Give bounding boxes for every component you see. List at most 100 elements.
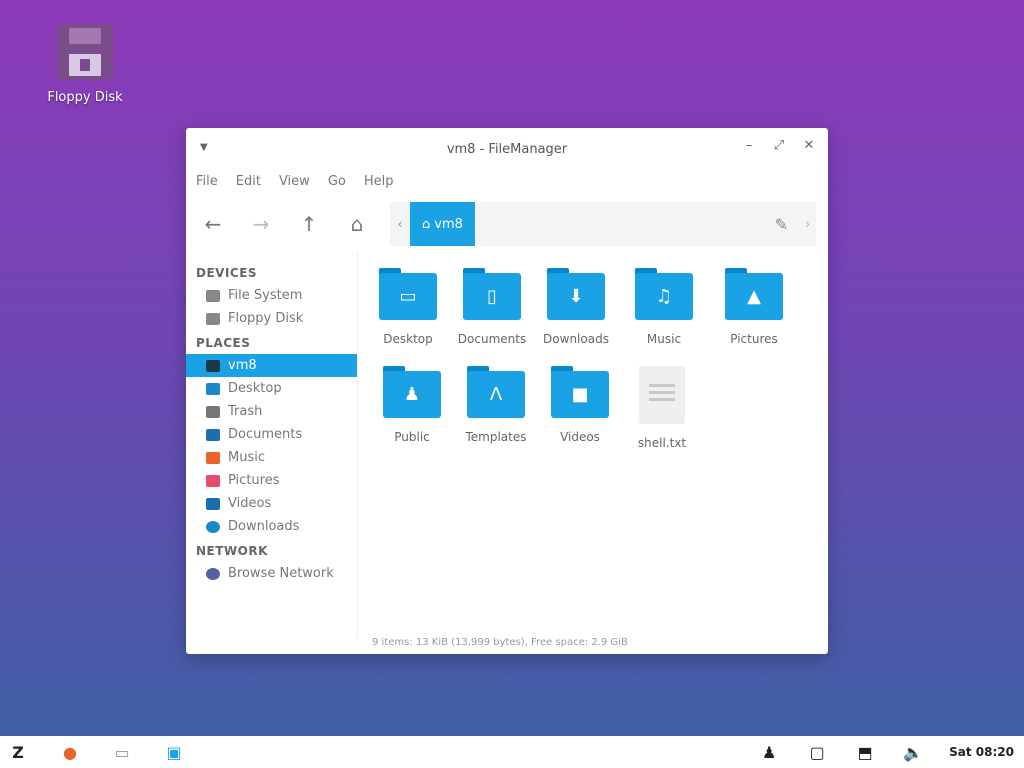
file-tile[interactable]: ⬇ Downloads: [534, 268, 618, 346]
sidebar-item-videos[interactable]: Videos: [186, 492, 357, 515]
public-folder-icon: ♟: [383, 366, 441, 418]
forward-icon[interactable]: →: [246, 209, 276, 239]
window-menu-icon[interactable]: ▼: [200, 142, 208, 153]
text-file-icon: [639, 366, 685, 424]
maximize-icon[interactable]: ⤢: [772, 138, 786, 153]
trash-icon: [206, 405, 220, 418]
desktop-icon-floppy[interactable]: Floppy Disk: [40, 24, 130, 105]
status-bar: 9 items: 13 KiB (13,999 bytes), Free spa…: [372, 637, 628, 648]
clock[interactable]: Sat 08:20: [949, 745, 1014, 759]
taskbar: Z ● ▭ ▣ ♟ ▢ ⬒ 🔈 Sat 08:20: [0, 736, 1024, 768]
menu-edit[interactable]: Edit: [236, 174, 261, 192]
downloads-folder-icon: ⬇: [547, 268, 605, 320]
sidebar-item-label: Documents: [228, 427, 303, 442]
file-tile[interactable]: shell.txt: [620, 366, 704, 450]
file-tile[interactable]: Ʌ Templates: [454, 366, 538, 444]
documents-folder-icon: ▯: [463, 268, 521, 320]
file-name: Music: [646, 332, 682, 346]
documents-folder-icon: [206, 428, 220, 441]
sidebar-item-vm8[interactable]: vm8: [186, 354, 357, 377]
music-folder-icon: ♫: [635, 268, 693, 320]
sidebar: DEVICES File System Floppy Disk PLACES v…: [186, 252, 358, 638]
sidebar-item-label: Pictures: [228, 473, 280, 488]
music-folder-icon: [206, 451, 220, 464]
sidebar-item-label: Trash: [228, 404, 263, 419]
desktop-folder-icon: [206, 382, 220, 395]
sidebar-header-places: PLACES: [196, 336, 251, 350]
sidebar-item-documents[interactable]: Documents: [186, 423, 357, 446]
sidebar-item-label: vm8: [228, 358, 257, 373]
sidebar-item-label: Desktop: [228, 381, 282, 396]
file-name: Templates: [465, 430, 527, 444]
home-crumb-icon: ⌂: [422, 216, 431, 232]
desktop-folder-icon: ▭: [379, 268, 437, 320]
menu-help[interactable]: Help: [364, 174, 394, 192]
edit-path-icon[interactable]: ✎: [775, 215, 788, 234]
file-tile[interactable]: ■ Videos: [538, 366, 622, 444]
file-manager-task-icon[interactable]: ▣: [162, 741, 186, 763]
menu-file[interactable]: File: [196, 174, 218, 192]
home-folder-icon: [206, 359, 220, 372]
sidebar-item-pictures[interactable]: Pictures: [186, 469, 357, 492]
file-view: ▭ Desktop ▯ Documents ⬇ Downloads ♫ Musi…: [358, 252, 828, 638]
updates-icon[interactable]: ⬒: [853, 741, 877, 763]
sidebar-item-file-system[interactable]: File System: [186, 284, 357, 307]
videos-folder-icon: [206, 497, 220, 510]
up-icon[interactable]: ↑: [294, 209, 324, 239]
pictures-folder-icon: [206, 474, 220, 487]
menubar: File Edit View Go Help: [186, 170, 828, 196]
sidebar-item-downloads[interactable]: Downloads: [186, 515, 357, 538]
downloads-folder-icon: [206, 520, 220, 533]
floppy-disk-icon: [57, 24, 113, 80]
drive-icon: [206, 289, 220, 302]
desktop-icon-label: Floppy Disk: [47, 90, 123, 105]
window-title: vm8 - FileManager: [446, 141, 568, 157]
firefox-icon[interactable]: ●: [58, 741, 82, 763]
menu-view[interactable]: View: [279, 174, 310, 192]
file-name: Public: [394, 430, 430, 444]
volume-icon[interactable]: 🔈: [901, 741, 925, 763]
file-tile[interactable]: ▭ Desktop: [366, 268, 450, 346]
sidebar-item-trash[interactable]: Trash: [186, 400, 357, 423]
sidebar-item-floppy-disk[interactable]: Floppy Disk: [186, 307, 357, 330]
app-menu-icon[interactable]: Z: [6, 741, 30, 763]
file-name: shell.txt: [637, 436, 687, 450]
sidebar-item-label: File System: [228, 288, 303, 303]
sidebar-item-label: Downloads: [228, 519, 300, 534]
sidebar-item-desktop[interactable]: Desktop: [186, 377, 357, 400]
network-icon: [206, 567, 220, 580]
minimize-icon[interactable]: –: [742, 138, 756, 153]
templates-folder-icon: Ʌ: [467, 366, 525, 418]
file-tile[interactable]: ▲ Pictures: [712, 268, 796, 346]
location-bar[interactable]: ‹ ⌂ vm8 ✎ ›: [390, 202, 816, 246]
file-tile[interactable]: ▯ Documents: [450, 268, 534, 346]
path-scroll-left-icon[interactable]: ‹: [390, 217, 410, 231]
videos-folder-icon: ■: [551, 366, 609, 418]
clipboard-icon[interactable]: ▢: [805, 741, 829, 763]
file-name: Documents: [457, 332, 527, 346]
path-scroll-right-icon[interactable]: ›: [805, 217, 810, 231]
sidebar-header-network: NETWORK: [196, 544, 268, 558]
file-manager-window: ▼ vm8 - FileManager – ⤢ ✕ File Edit View…: [186, 128, 828, 654]
sidebar-item-label: Music: [228, 450, 265, 465]
home-icon[interactable]: ⌂: [342, 209, 372, 239]
back-icon[interactable]: ←: [198, 209, 228, 239]
file-name: Videos: [560, 430, 600, 444]
file-name: Downloads: [543, 332, 609, 346]
close-icon[interactable]: ✕: [802, 138, 816, 153]
sidebar-item-music[interactable]: Music: [186, 446, 357, 469]
sidebar-item-browse-network[interactable]: Browse Network: [186, 562, 357, 585]
menu-go[interactable]: Go: [328, 174, 346, 192]
path-crumb[interactable]: ⌂ vm8: [410, 202, 475, 246]
floppy-icon: [206, 312, 220, 325]
file-tile[interactable]: ♟ Public: [370, 366, 454, 444]
notification-icon[interactable]: ♟: [757, 741, 781, 763]
pictures-folder-icon: ▲: [725, 268, 783, 320]
path-crumb-label: vm8: [434, 216, 463, 232]
file-tile[interactable]: ♫ Music: [622, 268, 706, 346]
file-manager-launcher-icon[interactable]: ▭: [110, 741, 134, 763]
titlebar: ▼ vm8 - FileManager – ⤢ ✕: [186, 128, 828, 170]
toolbar: ← → ↑ ⌂ ‹ ⌂ vm8 ✎ ›: [186, 196, 828, 252]
sidebar-header-devices: DEVICES: [196, 266, 258, 280]
sidebar-item-label: Videos: [228, 496, 272, 511]
